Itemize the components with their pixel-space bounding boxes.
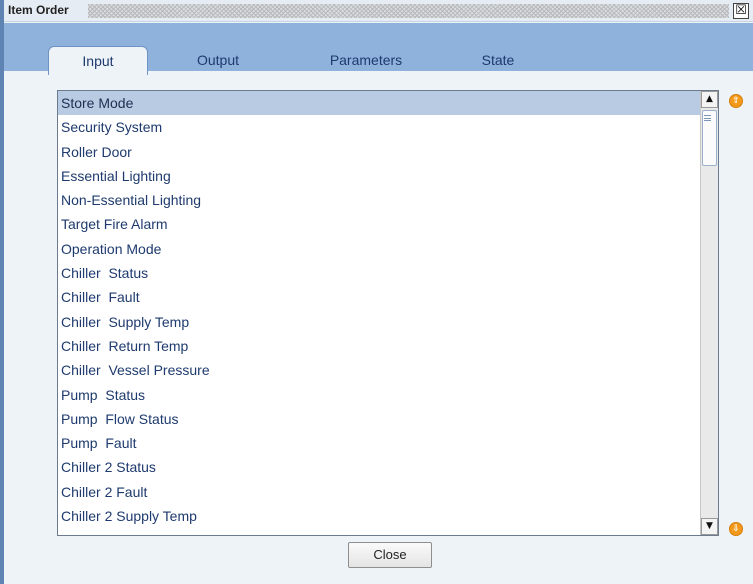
list-item[interactable]: Target Fire Alarm	[58, 212, 718, 236]
dialog-title: Item Order	[8, 3, 75, 17]
tab-input[interactable]: Input	[48, 46, 148, 75]
list-item[interactable]: Roller Door	[58, 140, 718, 164]
list-item[interactable]: Essential Lighting	[58, 164, 718, 188]
list-item[interactable]: Chiller Return Temp	[58, 334, 718, 358]
title-bar-texture	[88, 4, 729, 18]
list-item[interactable]: Non-Essential Lighting	[58, 188, 718, 212]
item-list[interactable]: Store Mode Security System Roller Door Esse…	[57, 90, 719, 536]
scroll-up-icon[interactable]: ▲	[701, 91, 718, 108]
vertical-scrollbar[interactable]: ▲ ▼	[700, 91, 718, 535]
title-bar[interactable]: Item Order ☒	[4, 0, 753, 22]
list-item[interactable]: Chiller Supply Temp	[58, 310, 718, 334]
list-item[interactable]: Chiller 2 Supply Temp	[58, 504, 718, 528]
list-item[interactable]: Pump Flow Status	[58, 407, 718, 431]
list-item[interactable]: Chiller Vessel Pressure	[58, 358, 718, 382]
arrow-down-circle-icon[interactable]: ⇩	[729, 522, 743, 536]
list-item[interactable]: Store Mode	[58, 91, 718, 116]
list-item[interactable]: Chiller 2 Return Temp	[58, 528, 718, 535]
arrow-up-circle-icon[interactable]: ⇧	[729, 94, 743, 108]
close-button[interactable]: Close	[348, 542, 432, 568]
scrollbar-grip-icon	[704, 115, 711, 121]
item-list-items: Store Mode Security System Roller Door Esse…	[58, 91, 718, 535]
list-item[interactable]: Pump Status	[58, 383, 718, 407]
tab-state[interactable]: State	[448, 46, 548, 75]
list-item[interactable]: Operation Mode	[58, 237, 718, 261]
item-order-dialog: Item Order ☒ Input Output Parameters Sta…	[0, 0, 753, 584]
tab-parameters[interactable]: Parameters	[316, 46, 416, 75]
list-item[interactable]: Chiller 2 Fault	[58, 480, 718, 504]
list-item[interactable]: Chiller Fault	[58, 285, 718, 309]
tab-strip: Input Output Parameters State	[4, 23, 753, 75]
close-icon[interactable]: ☒	[733, 3, 749, 19]
list-item[interactable]: Security System	[58, 115, 718, 139]
tab-output[interactable]: Output	[168, 46, 268, 75]
list-item[interactable]: Chiller 2 Status	[58, 455, 718, 479]
list-item[interactable]: Pump Fault	[58, 431, 718, 455]
scroll-down-icon[interactable]: ▼	[701, 518, 718, 535]
list-item[interactable]: Chiller Status	[58, 261, 718, 285]
